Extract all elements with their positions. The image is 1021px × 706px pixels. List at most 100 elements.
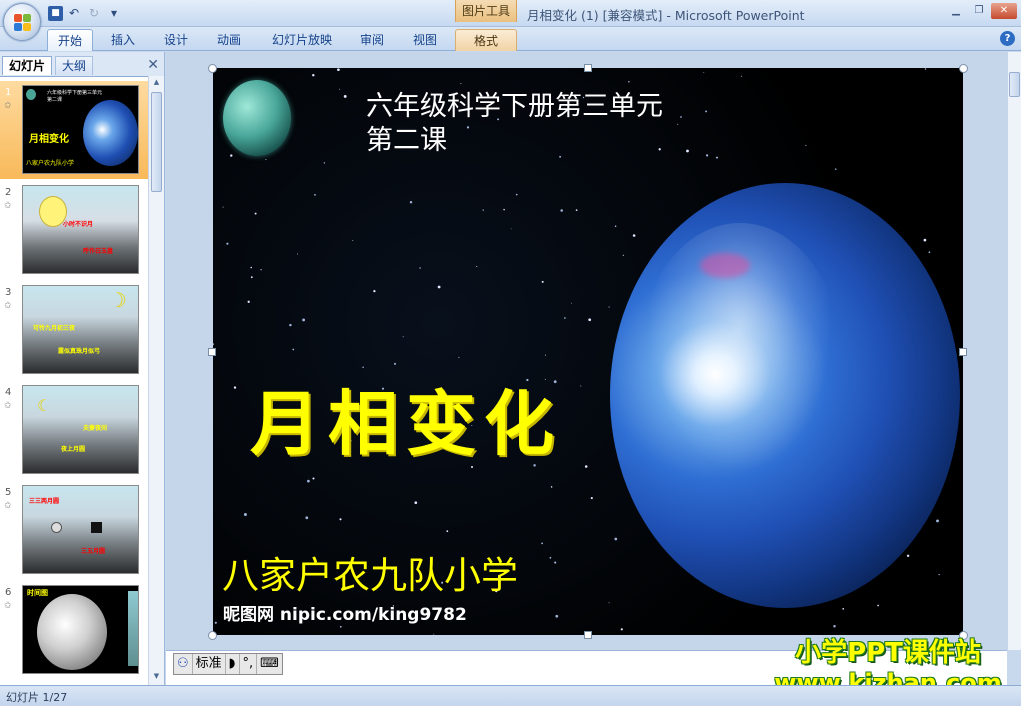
- star: [230, 154, 233, 157]
- tab-slides[interactable]: 幻灯片: [2, 56, 53, 75]
- window-title: 月相变化 (1) [兼容模式] - Microsoft PowerPoint: [527, 8, 805, 23]
- star: [715, 156, 719, 159]
- resize-handle[interactable]: [208, 348, 216, 356]
- editor-scrollbar[interactable]: [1007, 52, 1021, 650]
- star: [549, 556, 552, 559]
- star: [339, 88, 340, 90]
- soft-keyboard-icon[interactable]: ⌨: [257, 654, 282, 674]
- tab-outline[interactable]: 大纲: [55, 56, 94, 75]
- slide-school-name[interactable]: 八家户农九队小学: [222, 545, 518, 599]
- crescent-moon-icon: ☾: [37, 396, 52, 415]
- slide-thumb-text: 小时不识月: [63, 221, 94, 228]
- slide-thumbnail-2[interactable]: 2 ✩ 小时不识月 呼作白玉盘: [0, 181, 148, 279]
- help-icon[interactable]: ?: [1000, 31, 1015, 46]
- slide-title[interactable]: 六年级科学下册第三单元 第二课: [366, 90, 663, 158]
- star: [608, 306, 610, 308]
- close-button[interactable]: ✕: [991, 3, 1017, 19]
- star: [590, 497, 593, 500]
- undo-icon[interactable]: ↶: [65, 4, 83, 22]
- scroll-thumb[interactable]: [151, 92, 162, 192]
- tab-home[interactable]: 开始: [47, 29, 93, 51]
- tab-design[interactable]: 设计: [156, 29, 196, 51]
- star: [544, 354, 546, 356]
- half-width-icon[interactable]: ◗: [226, 654, 240, 674]
- slide-thumbnail-3[interactable]: 3 ✩ ☽ 可怜九月初三夜 露似真珠月似弓: [0, 281, 148, 379]
- resize-handle[interactable]: [584, 631, 592, 639]
- star: [409, 200, 413, 204]
- star: [703, 71, 705, 73]
- star: [686, 149, 689, 153]
- scroll-up-icon[interactable]: ▲: [151, 78, 162, 90]
- star: [213, 343, 214, 346]
- star: [343, 94, 347, 98]
- tab-review[interactable]: 审阅: [352, 29, 392, 51]
- scroll-thumb[interactable]: [1009, 72, 1020, 97]
- star: [419, 267, 421, 269]
- minimize-button[interactable]: ▁: [945, 3, 967, 19]
- star: [339, 518, 342, 521]
- star: [222, 206, 224, 208]
- restore-button[interactable]: ❐: [968, 3, 990, 19]
- slide-thumbnail-5[interactable]: 5 ✩ 三三两月圆 三五月圆: [0, 481, 148, 579]
- slide-title-line2: 第二课: [366, 125, 447, 156]
- slide-thumb-text: 可怜九月初三夜: [33, 325, 76, 332]
- resize-handle[interactable]: [959, 348, 967, 356]
- star: [260, 269, 262, 271]
- office-button[interactable]: [3, 3, 41, 41]
- ime-logo-icon[interactable]: ⚇: [174, 654, 193, 674]
- close-panel-icon[interactable]: ✕: [147, 57, 159, 73]
- star: [632, 234, 636, 237]
- slides-panel-scrollbar[interactable]: ▲ ▼: [148, 76, 164, 686]
- star: [614, 537, 618, 541]
- slide-thumbnail-4[interactable]: 4 ✩ ☾ 夫妻夜间 夜上月圆: [0, 381, 148, 479]
- resize-handle[interactable]: [584, 64, 592, 72]
- ime-mode-button[interactable]: 标准: [193, 654, 226, 674]
- star: [515, 193, 518, 196]
- slide-thumbnails-list: 1 ✩ 六年级科学下册第三单元 第二课 月相变化 八家户农九队小学 2 ✩ 小时…: [0, 76, 148, 686]
- star: [541, 280, 544, 283]
- resize-handle[interactable]: [208, 631, 217, 640]
- star: [250, 266, 252, 269]
- customize-qat-icon[interactable]: ▾: [105, 4, 123, 22]
- star: [292, 348, 295, 351]
- scroll-down-icon[interactable]: ▼: [151, 672, 162, 684]
- star: [622, 254, 624, 256]
- earth-image[interactable]: [610, 183, 960, 608]
- star: [337, 68, 340, 72]
- redo-icon[interactable]: ↻: [85, 4, 103, 22]
- slide-thumbnail-1[interactable]: 1 ✩ 六年级科学下册第三单元 第二课 月相变化 八家户农九队小学: [0, 81, 148, 179]
- resize-handle[interactable]: [208, 64, 217, 73]
- slide-thumb-text: 八家户农九队小学: [26, 160, 75, 167]
- star: [805, 144, 807, 147]
- animation-icon: ✩: [4, 401, 12, 411]
- tab-slideshow[interactable]: 幻灯片放映: [264, 29, 340, 51]
- star: [924, 68, 927, 70]
- image-watermark: 昵图网 nipic.com/king9782: [223, 605, 467, 625]
- window-controls: ▁ ❐ ✕: [945, 3, 1017, 19]
- punctuation-icon[interactable]: °,: [240, 654, 258, 674]
- slide-thumbnail-6[interactable]: 6 ✩ 时间图: [0, 581, 148, 679]
- slide-preview: ☾ 夫妻夜间 夜上月圆: [22, 385, 139, 474]
- tab-view[interactable]: 视图: [405, 29, 445, 51]
- slide-title-line1: 六年级科学下册第三单元: [366, 91, 663, 122]
- slide-thumb-text: 露似真珠月似弓: [58, 348, 101, 355]
- moon-image[interactable]: [223, 80, 291, 156]
- resize-handle[interactable]: [959, 64, 968, 73]
- star: [314, 194, 316, 196]
- tab-insert[interactable]: 插入: [103, 29, 143, 51]
- star: [928, 251, 931, 254]
- star: [588, 318, 592, 322]
- star: [560, 209, 563, 212]
- current-slide[interactable]: 六年级科学下册第三单元 第二课 月相变化 八家户农九队小学 昵图网 nipic.…: [213, 68, 963, 635]
- star: [437, 285, 441, 289]
- star: [233, 386, 237, 389]
- animation-icon: ✩: [4, 501, 12, 511]
- slide-main-heading[interactable]: 月相变化: [250, 368, 562, 469]
- save-icon[interactable]: ■: [48, 5, 63, 21]
- slide-preview: 六年级科学下册第三单元 第二课 月相变化 八家户农九队小学: [22, 85, 139, 174]
- star: [265, 159, 267, 161]
- tab-animations[interactable]: 动画: [209, 29, 249, 51]
- tab-format[interactable]: 格式: [455, 29, 517, 51]
- star: [938, 573, 940, 576]
- star: [312, 73, 315, 77]
